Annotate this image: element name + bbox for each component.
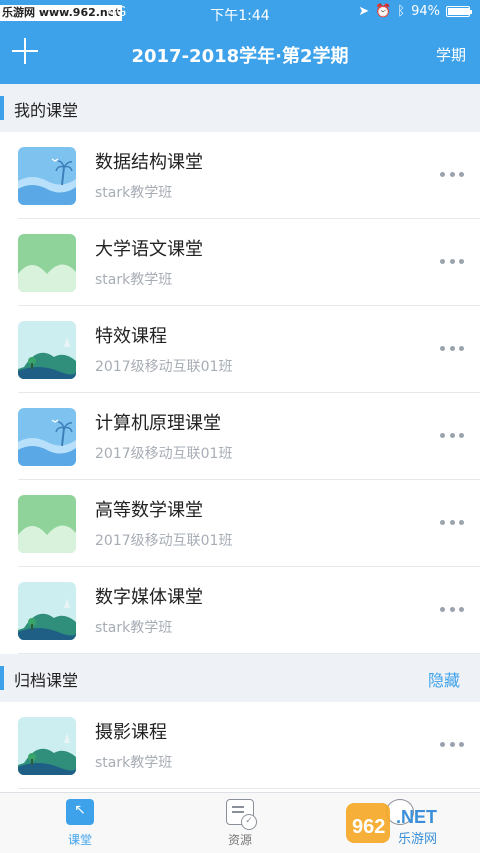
class-group: 2017级移动互联01班 — [95, 446, 233, 462]
hide-button[interactable]: 隐藏 — [428, 667, 460, 691]
more-icon[interactable] — [440, 520, 464, 526]
tab-bar: 课堂 资源 962 .NET 乐游网 — [0, 792, 480, 853]
class-cover-image — [18, 321, 76, 379]
svg-text:.NET: .NET — [396, 807, 437, 827]
more-icon[interactable] — [440, 742, 464, 748]
class-cover-image — [18, 495, 76, 553]
tab-resources[interactable]: 资源 — [200, 799, 280, 848]
class-name: 大学语文课堂 — [95, 239, 203, 260]
class-row[interactable]: 高等数学课堂 2017级移动互联01班 — [0, 480, 480, 567]
class-group: stark教学班 — [95, 185, 173, 201]
battery-icon — [446, 6, 472, 17]
section-accent-bar — [0, 666, 4, 690]
section-archived: 归档课堂 隐藏 — [0, 654, 480, 702]
class-cover-image — [18, 408, 76, 466]
more-icon[interactable] — [440, 607, 464, 613]
more-icon[interactable] — [440, 433, 464, 439]
battery-fill — [448, 8, 469, 15]
class-row[interactable]: 摄影课程 stark教学班 — [0, 702, 480, 789]
row-divider — [18, 788, 480, 789]
class-name: 高等数学课堂 — [95, 500, 203, 521]
location-icon: ➤ — [358, 4, 370, 19]
class-name: 计算机原理课堂 — [95, 413, 221, 434]
tab-label: 资源 — [227, 833, 252, 847]
term-button[interactable]: 学期 — [436, 44, 466, 65]
class-row[interactable]: 计算机原理课堂 2017级移动互联01班 — [0, 393, 480, 480]
class-group: stark教学班 — [95, 272, 173, 288]
page-title[interactable]: 2017-2018学年·第2学期 — [0, 42, 480, 68]
class-row[interactable]: 大学语文课堂 stark教学班 — [0, 219, 480, 306]
class-group: 2017级移动互联01班 — [95, 533, 233, 549]
class-name: 数字媒体课堂 — [95, 587, 203, 608]
alarm-icon: ⏰ — [375, 4, 392, 19]
class-group: stark教学班 — [95, 620, 173, 636]
status-bar: 乐游网 www.962.net 4G 下午1:44 ➤ ⏰ ᛒ 94% — [0, 0, 480, 28]
resource-icon — [226, 799, 257, 830]
status-right: ➤ ⏰ ᛒ 94% — [358, 4, 472, 19]
top-bar: 乐游网 www.962.net 4G 下午1:44 ➤ ⏰ ᛒ 94% 2017… — [0, 0, 480, 84]
class-cover-image — [18, 234, 76, 292]
class-group: 2017级移动互联01班 — [95, 359, 233, 375]
more-icon[interactable] — [440, 259, 464, 265]
more-icon[interactable] — [440, 172, 464, 178]
class-cover-image — [18, 147, 76, 205]
section-label: 我的课堂 — [14, 101, 79, 120]
class-row[interactable]: 数据结构课堂 stark教学班 — [0, 132, 480, 219]
nav-header: 2017-2018学年·第2学期 学期 — [0, 28, 480, 84]
classroom-icon — [66, 799, 94, 825]
more-icon[interactable] — [440, 346, 464, 352]
svg-text:962: 962 — [352, 816, 385, 838]
section-my-classes: 我的课堂 — [0, 84, 480, 132]
section-label: 归档课堂 — [14, 671, 79, 690]
class-name: 特效课程 — [95, 326, 167, 347]
svg-text:乐游网: 乐游网 — [398, 832, 437, 847]
class-cover-image — [18, 717, 76, 775]
class-row[interactable]: 特效课程 2017级移动互联01班 — [0, 306, 480, 393]
class-row[interactable]: 数字媒体课堂 stark教学班 — [0, 567, 480, 654]
class-group: stark教学班 — [95, 755, 173, 771]
class-name: 数据结构课堂 — [95, 152, 203, 173]
section-accent-bar — [0, 96, 4, 120]
site-watermark-logo: 962 .NET 乐游网 — [346, 803, 437, 847]
bluetooth-icon: ᛒ — [397, 4, 406, 19]
battery-percent: 94% — [411, 4, 440, 19]
tab-label: 课堂 — [67, 833, 92, 847]
class-name: 摄影课程 — [95, 722, 167, 743]
tab-classroom[interactable]: 课堂 — [40, 799, 120, 848]
class-cover-image — [18, 582, 76, 640]
